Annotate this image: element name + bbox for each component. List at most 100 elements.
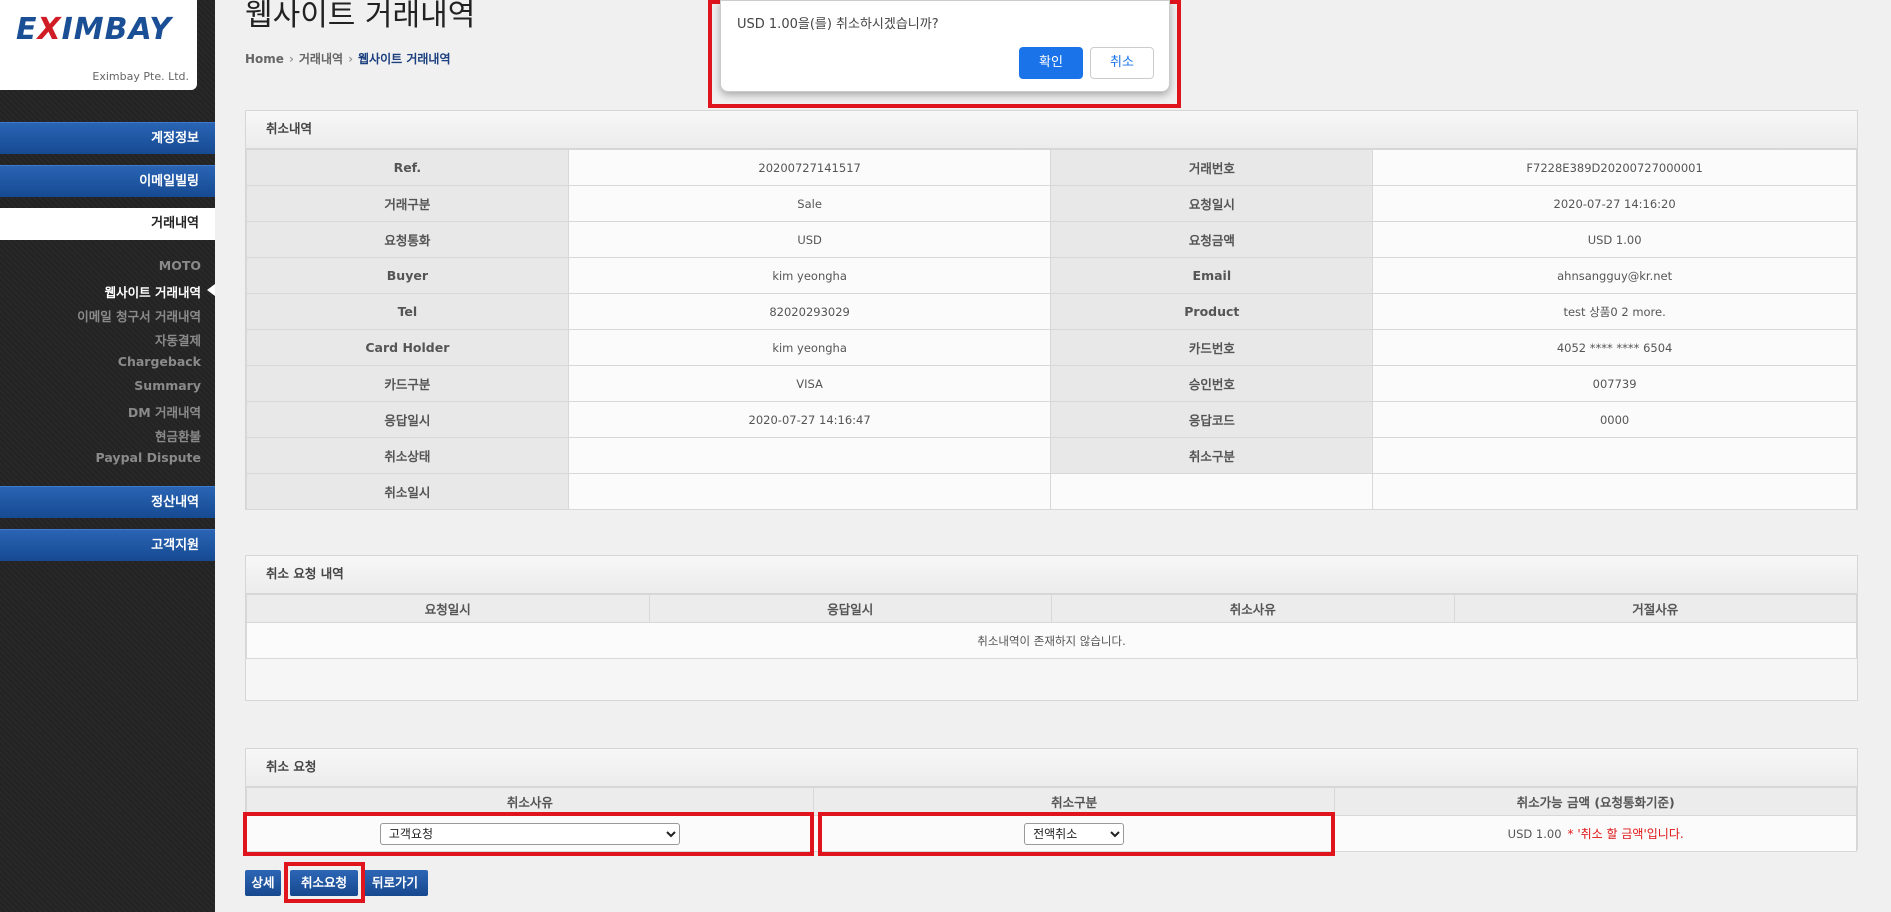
field-label: 카드번호	[1050, 329, 1374, 366]
field-value	[567, 473, 1052, 510]
dialog-cancel-button[interactable]: 취소	[1090, 47, 1154, 79]
field-label: 취소일시	[246, 473, 569, 510]
empty-message: 취소내역이 존재하지 않습니다.	[246, 622, 1857, 659]
cancel-details-table: Ref. 20200727141517 거래번호 F7228E389D20200727…	[246, 149, 1857, 510]
breadcrumb-transactions[interactable]: 거래내역	[299, 52, 343, 66]
breadcrumb-current: 웹사이트 거래내역	[358, 52, 451, 66]
nav-sub-website-transactions[interactable]: 웹사이트 거래내역	[105, 282, 201, 301]
field-label: 응답코드	[1050, 401, 1374, 438]
active-nav-pointer-icon	[207, 284, 215, 296]
field-label: 취소구분	[1050, 437, 1374, 474]
nav-account-info[interactable]: 계정정보	[0, 122, 215, 154]
nav-customer-support[interactable]: 고객지원	[0, 529, 215, 561]
nav-sub-dm-transactions[interactable]: DM 거래내역	[128, 402, 201, 421]
dialog-ok-button[interactable]: 확인	[1019, 47, 1083, 79]
nav-email-billing[interactable]: 이메일빌링	[0, 165, 215, 197]
panel-heading: 취소 요청	[246, 749, 1857, 787]
column-header: 취소사유	[1051, 594, 1455, 623]
nav-sub-cash-refund[interactable]: 현금환불	[155, 426, 201, 445]
field-label: Ref.	[246, 149, 569, 186]
table-row: 취소상태 취소구분	[246, 437, 1857, 474]
field-label: Buyer	[246, 257, 569, 294]
field-value: test 상품0 2 more.	[1372, 293, 1857, 330]
column-header: 취소사유	[246, 787, 814, 816]
field-value: 2020-07-27 14:16:47	[567, 401, 1052, 438]
panel-heading: 취소 요청 내역	[246, 556, 1857, 594]
cancel-request-button[interactable]: 취소요청	[290, 870, 358, 896]
table-row: 취소일시	[246, 473, 1857, 510]
field-label: 요청일시	[1050, 185, 1374, 222]
field-value: USD	[567, 221, 1052, 258]
table-row: 요청통화 USD 요청금액 USD 1.00	[246, 221, 1857, 258]
field-label: Email	[1050, 257, 1374, 294]
field-label: 카드구분	[246, 365, 569, 402]
field-value: 007739	[1372, 365, 1857, 402]
table-row: 거래구분 Sale 요청일시 2020-07-27 14:16:20	[246, 185, 1857, 222]
field-value	[1372, 437, 1857, 474]
cancel-type-select[interactable]: 전액취소	[1024, 822, 1125, 845]
nav-sub-chargeback[interactable]: Chargeback	[118, 354, 201, 369]
confirm-dialog: USD 1.00을(를) 취소하시겠습니까? 확인 취소	[720, 0, 1170, 92]
detail-button[interactable]: 상세	[245, 870, 281, 896]
field-label: 응답일시	[246, 401, 569, 438]
table-row: 카드구분 VISA 승인번호 007739	[246, 365, 1857, 402]
cancel-request-panel: 취소 요청 취소사유 취소구분 취소가능 금액 (요청통화기준) 고객요청 전액…	[245, 748, 1858, 852]
nav-sub-summary[interactable]: Summary	[134, 378, 201, 393]
back-button[interactable]: 뒤로가기	[362, 870, 428, 896]
table-row: 응답일시 2020-07-27 14:16:47 응답코드 0000	[246, 401, 1857, 438]
field-label: 승인번호	[1050, 365, 1374, 402]
chevron-right-icon: ›	[288, 52, 294, 66]
field-value: 82020293029	[567, 293, 1052, 330]
field-value: kim yeongha	[567, 329, 1052, 366]
field-label	[1050, 473, 1374, 510]
field-value: 0000	[1372, 401, 1857, 438]
nav-sub-email-invoice[interactable]: 이메일 청구서 거래내역	[77, 306, 201, 325]
field-label: Product	[1050, 293, 1374, 330]
dialog-message: USD 1.00을(를) 취소하시겠습니까?	[737, 17, 939, 32]
field-label: 거래번호	[1050, 149, 1374, 186]
nav-settlement[interactable]: 정산내역	[0, 486, 215, 518]
chevron-right-icon: ›	[348, 52, 354, 66]
field-value: 20200727141517	[567, 149, 1052, 186]
cancel-reason-select[interactable]: 고객요청	[379, 822, 680, 845]
field-value: USD 1.00	[1372, 221, 1857, 258]
nav-sub-paypal-dispute[interactable]: Paypal Dispute	[96, 450, 201, 465]
column-header: 거절사유	[1453, 594, 1857, 623]
field-label: 요청통화	[246, 221, 569, 258]
cancel-request-table: 취소사유 취소구분 취소가능 금액 (요청통화기준) 고객요청 전액취소 USD…	[246, 787, 1857, 852]
field-value: F7228E389D20200727000001	[1372, 149, 1857, 186]
column-header: 취소가능 금액 (요청통화기준)	[1334, 787, 1857, 816]
field-value: kim yeongha	[567, 257, 1052, 294]
nav-sub-auto-payment[interactable]: 자동결제	[155, 330, 201, 349]
breadcrumb: Home › 거래내역 › 웹사이트 거래내역	[245, 50, 451, 67]
field-label: Tel	[246, 293, 569, 330]
field-value: VISA	[567, 365, 1052, 402]
field-value: 4052 **** **** 6504	[1372, 329, 1857, 366]
cancel-type-cell: 전액취소	[812, 815, 1336, 852]
table-row: Tel 82020293029 Product test 상품0 2 more.	[246, 293, 1857, 330]
nav-sub-moto[interactable]: MOTO	[159, 258, 201, 273]
column-header: 취소구분	[812, 787, 1336, 816]
field-value: ahnsangguy@kr.net	[1372, 257, 1857, 294]
field-value	[1372, 473, 1857, 510]
table-row: Card Holder kim yeongha 카드번호 4052 **** ****…	[246, 329, 1857, 366]
cancellable-amount: USD 1.00	[1507, 827, 1562, 841]
logo[interactable]: EXIMBAY Eximbay Pte. Ltd.	[0, 0, 197, 90]
field-label: 취소상태	[246, 437, 569, 474]
sidebar: EXIMBAY Eximbay Pte. Ltd. 계정정보 이메일빌링 거래내…	[0, 0, 215, 912]
table-row: Ref. 20200727141517 거래번호 F7228E389D20200727…	[246, 149, 1857, 186]
field-value: Sale	[567, 185, 1052, 222]
cancel-reason-cell: 고객요청	[246, 815, 814, 852]
breadcrumb-home[interactable]: Home	[245, 52, 284, 66]
column-header: 응답일시	[648, 594, 1052, 623]
table-row: Buyer kim yeongha Email ahnsangguy@kr.net	[246, 257, 1857, 294]
page-title: 웹사이트 거래내역	[245, 0, 476, 33]
cancel-request-history-panel: 취소 요청 내역 요청일시 응답일시 취소사유 거절사유 취소내역이 존재하지 …	[245, 555, 1858, 701]
cancel-amount-cell: USD 1.00 * '취소 할 금액'입니다.	[1334, 815, 1857, 852]
panel-heading: 취소내역	[246, 111, 1857, 149]
cancel-history-table: 요청일시 응답일시 취소사유 거절사유 취소내역이 존재하지 않습니다.	[246, 594, 1857, 659]
field-label: 요청금액	[1050, 221, 1374, 258]
nav-transactions[interactable]: 거래내역	[0, 208, 215, 240]
logo-wordmark: EXIMBAY	[16, 12, 173, 47]
field-value	[567, 437, 1052, 474]
